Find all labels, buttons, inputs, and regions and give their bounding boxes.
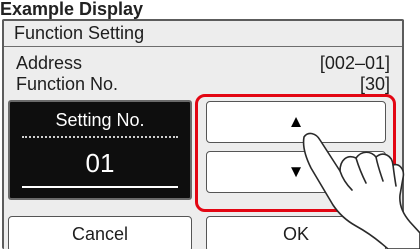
function-number-value: [30] <box>359 74 390 94</box>
setting-number-label: Setting No. <box>55 110 145 130</box>
caption-text: Example Display <box>0 0 420 20</box>
ok-button[interactable]: OK <box>206 216 386 249</box>
arrow-highlight-frame <box>195 94 396 212</box>
address-value: [002–01] <box>319 53 390 73</box>
title-divider <box>4 46 402 47</box>
setting-number-value: 01 <box>85 148 115 178</box>
setting-number-panel: Setting No. 01 <box>8 100 192 200</box>
address-label: Address <box>16 53 83 73</box>
screen-title: Function Setting <box>14 23 145 43</box>
function-number-label: Function No. <box>16 74 119 94</box>
cancel-button[interactable]: Cancel <box>8 216 192 249</box>
function-setting-screen: Function Setting Address [002–01] Functi… <box>2 19 404 249</box>
setting-dotted-divider <box>22 136 178 138</box>
setting-underline <box>22 186 178 188</box>
